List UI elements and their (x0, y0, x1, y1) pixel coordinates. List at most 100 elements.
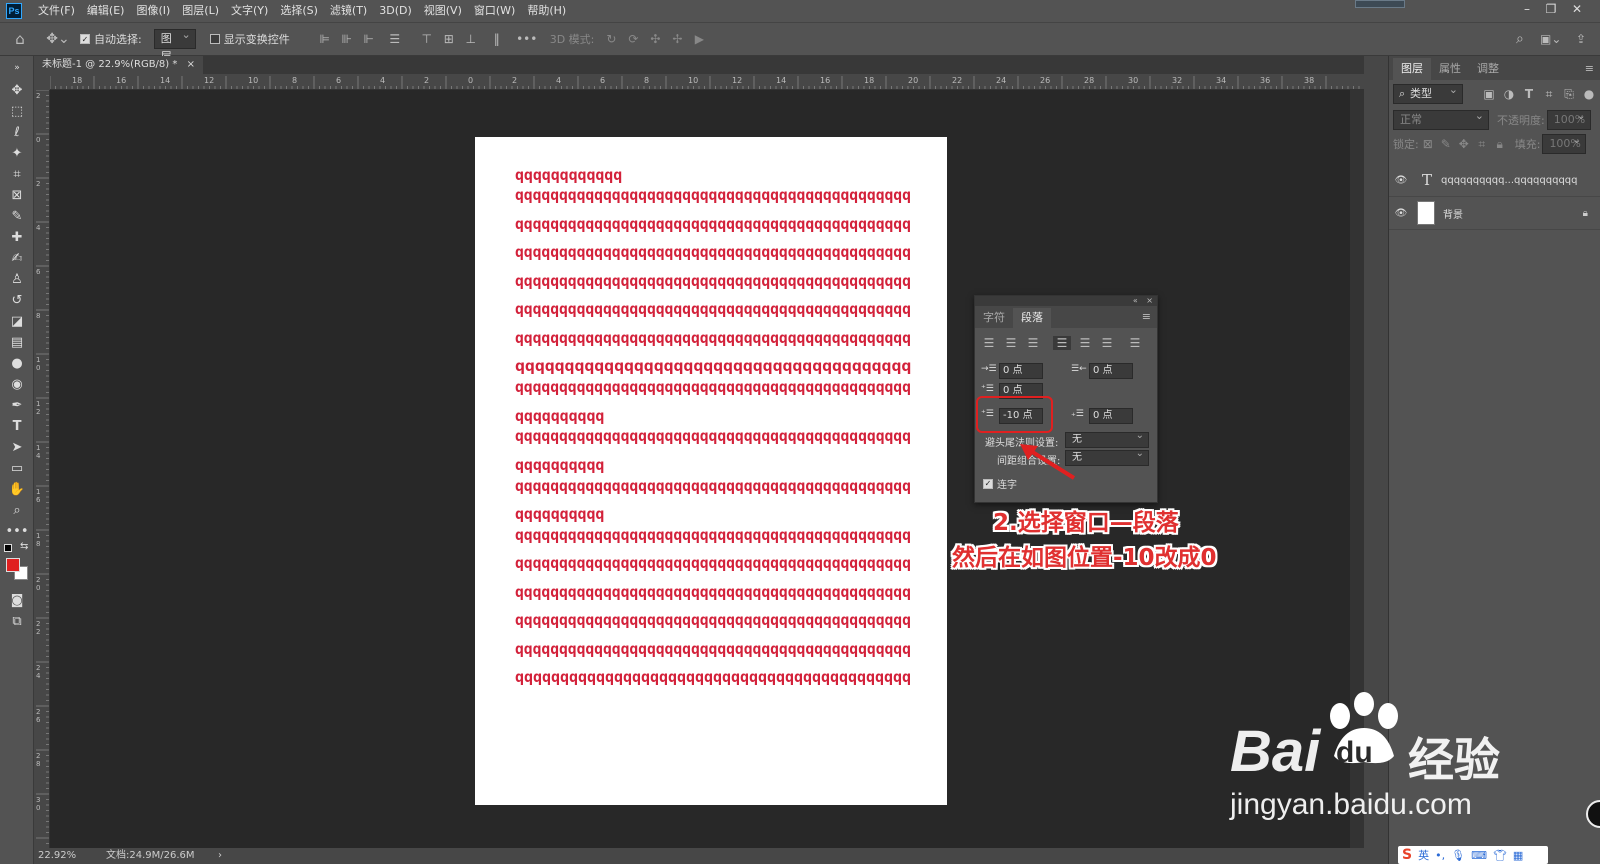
justify-all-icon[interactable]: ☰ (1127, 336, 1143, 350)
zoom-level[interactable]: 22.92% (38, 848, 76, 864)
text-line[interactable]: qqqqqqqqqqqqqqqqqqqqqqqqqqqqqqqqqqqqqqqq… (515, 216, 911, 232)
text-line[interactable]: qqqqqqqqqqqqqqqqqqqqqqqqqqqqqqqqqqqqqqqq… (515, 527, 911, 543)
fill-field[interactable]: 100% (1542, 131, 1587, 154)
ime-logo-icon[interactable]: S (1402, 847, 1412, 863)
text-line[interactable]: qqqqqqqqqqqqqqqqqqqqqqqqqqqqqqqqqqqqqqqq… (515, 612, 911, 628)
eyedropper-icon[interactable]: ✎ (0, 206, 34, 227)
close-tab-icon[interactable]: × (187, 59, 195, 70)
text-line[interactable]: qqqqqqqqqqqqqqqqqqqqqqqqqqqqqqqqqqqqqqqq… (515, 641, 911, 657)
align-right-text-icon[interactable]: ☰ (1025, 336, 1041, 350)
tab-layers[interactable]: 图层 (1393, 58, 1431, 80)
menu-file[interactable]: 文件(F) (32, 0, 81, 22)
filter-smart-icon[interactable]: ⎘ (1559, 87, 1579, 102)
filter-toggle-icon[interactable]: ● (1579, 87, 1599, 101)
foreground-color-swatch[interactable] (6, 558, 20, 572)
swap-colors-icon[interactable]: ⇆ (20, 541, 28, 552)
text-line[interactable]: qqqqqqqqqqqqqqqqqqqqqqqqqqqqqqqqqqqqqqqq… (515, 555, 911, 571)
more-tools-icon[interactable]: ••• (0, 521, 34, 542)
filter-shape-icon[interactable]: ⌗ (1539, 87, 1559, 102)
panel-menu-icon[interactable]: ≡ (1142, 310, 1151, 323)
frame-icon[interactable]: ⊠ (0, 185, 34, 206)
dodge-icon[interactable]: ◉ (0, 374, 34, 395)
lasso-icon[interactable]: ℓ (0, 122, 34, 143)
tab-adjustments[interactable]: 调整 (1469, 58, 1507, 80)
orbit-3d-icon[interactable]: ↻ (600, 32, 622, 46)
filter-type-icon[interactable]: T (1519, 87, 1539, 101)
history-brush-icon[interactable]: ↺ (0, 290, 34, 311)
blur-icon[interactable]: ● (0, 353, 34, 374)
filter-adjustment-icon[interactable]: ◑ (1499, 87, 1519, 101)
camera-3d-icon[interactable]: ▶ (688, 32, 710, 46)
menu-view[interactable]: 视图(V) (418, 0, 468, 22)
text-line[interactable]: qqqqqqqqqqqqqqqqqqqqqqqqqqqqqqqqqqqqqqqq… (515, 478, 911, 494)
ime-language[interactable]: 英 (1418, 847, 1429, 863)
text-line[interactable]: qqqqqqqqqq (515, 506, 604, 522)
collapse-icon[interactable]: « (1133, 296, 1138, 305)
menu-filter[interactable]: 滤镜(T) (324, 0, 373, 22)
crop-icon[interactable]: ⌗ (0, 164, 34, 185)
lock-artboard-icon[interactable]: ⌗ (1473, 137, 1491, 152)
align-middle-icon[interactable]: ⊞ (438, 32, 460, 46)
filter-pixel-icon[interactable]: ▣ (1479, 87, 1499, 101)
apps-icon[interactable]: ▦ (1513, 849, 1523, 862)
magic-wand-icon[interactable]: ✦ (0, 143, 34, 164)
healing-brush-icon[interactable]: ✚ (0, 227, 34, 248)
tab-character[interactable]: 字符 (975, 308, 1013, 328)
lock-position-icon[interactable]: ✥ (1455, 137, 1473, 151)
more-options-icon[interactable]: ••• (512, 32, 542, 46)
text-line[interactable]: qqqqqqqqqqqqqqqqqqqqqqqqqqqqqqqqqqqqqqqq… (515, 330, 911, 346)
layer-row-background[interactable]: 👁︎ 背景 🔒︎ (1389, 197, 1600, 230)
justify-right-icon[interactable]: ☰ (1099, 336, 1115, 350)
align-center-text-icon[interactable]: ☰ (1003, 336, 1019, 350)
quick-mask-icon[interactable]: ◙ (0, 590, 34, 611)
color-swatches[interactable]: ⇆ (0, 541, 33, 590)
restore-icon[interactable]: ❐ (1540, 0, 1562, 20)
close-window-icon[interactable]: ✕ (1566, 0, 1588, 20)
close-panel-icon[interactable]: × (1146, 296, 1153, 305)
auto-select-dropdown[interactable]: 图层 (153, 26, 196, 63)
opacity-field[interactable]: 100% (1546, 107, 1591, 130)
visibility-eye-icon[interactable]: 👁︎ (1389, 175, 1413, 186)
text-line[interactable]: qqqqqqqqqq (515, 457, 604, 473)
layer-row-text[interactable]: 👁︎ T qqqqqqqqqq...qqqqqqqqqq (1389, 164, 1600, 197)
pen-icon[interactable]: ✒ (0, 395, 34, 416)
text-line[interactable]: qqqqqqqqqq (515, 408, 604, 424)
menu-help[interactable]: 帮助(H) (521, 0, 572, 22)
text-line[interactable]: qqqqqqqqqqqqqqqqqqqqqqqqqqqqqqqqqqqqqqqq… (515, 301, 911, 317)
align-bottom-icon[interactable]: ⊥ (460, 32, 482, 46)
shape-icon[interactable]: ▭ (0, 458, 34, 479)
path-select-icon[interactable]: ➤ (0, 437, 34, 458)
visibility-eye-icon[interactable]: 👁︎ (1389, 208, 1413, 219)
microphone-icon[interactable]: 🎙︎ (1451, 849, 1465, 862)
roll-3d-icon[interactable]: ⟳ (622, 32, 644, 46)
expand-toolbar-icon[interactable]: » (0, 56, 34, 80)
hand-icon[interactable]: ✋ (0, 479, 34, 500)
space-after-field[interactable]: 0 点 (1089, 408, 1133, 424)
screen-mode-icon[interactable]: ⧉ (0, 611, 34, 632)
justify-left-icon[interactable]: ☰ (1053, 336, 1071, 350)
align-right-icon[interactable]: ⊩ (358, 32, 380, 46)
text-line[interactable]: qqqqqqqqqqqqqqqqqqqqqqqqqqqqqqqqqqqqqqqq… (515, 584, 911, 600)
menu-3d[interactable]: 3D(D) (373, 0, 418, 22)
align-top-icon[interactable]: ⊤ (416, 32, 438, 46)
search-icon[interactable]: ⌕ (1516, 31, 1524, 47)
align-center-icon[interactable]: ⊪ (336, 32, 358, 46)
indent-left-field[interactable]: 0 点 (999, 363, 1043, 379)
keyboard-icon[interactable]: ⌨ (1471, 849, 1487, 862)
text-line[interactable]: qqqqqqqqqqqqqqqqqqqqqqqqqqqqqqqqqqqqqqqq… (515, 244, 911, 260)
blend-mode-dropdown[interactable]: 正常 (1393, 107, 1489, 130)
text-line[interactable]: qqqqqqqqqqqqqqqqqqqqqqqqqqqqqqqqqqqqqqqq… (515, 273, 911, 289)
text-line[interactable]: qqqqqqqqqqqqqqqqqqqqqqqqqqqqqqqqqqqqqqqq… (515, 428, 911, 444)
type-icon[interactable]: T (0, 416, 34, 437)
lock-image-icon[interactable]: ✎ (1437, 137, 1455, 151)
menu-type[interactable]: 文字(Y) (225, 0, 274, 22)
gradient-icon[interactable]: ▤ (0, 332, 34, 353)
show-transform-checkbox[interactable]: 显示变换控件 (209, 31, 290, 47)
indent-right-field[interactable]: 0 点 (1089, 363, 1133, 379)
text-line[interactable]: qqqqqqqqqqqqqqqqqqqqqqqqqqqqqqqqqqqqqqqq… (515, 379, 911, 395)
text-line[interactable]: qqqqqqqqqqqq (515, 167, 622, 183)
menu-image[interactable]: 图像(I) (130, 0, 176, 22)
status-arrow-icon[interactable]: › (218, 848, 222, 864)
eraser-icon[interactable]: ◪ (0, 311, 34, 332)
workspace-icon[interactable]: ▣⌄ (1540, 32, 1561, 46)
